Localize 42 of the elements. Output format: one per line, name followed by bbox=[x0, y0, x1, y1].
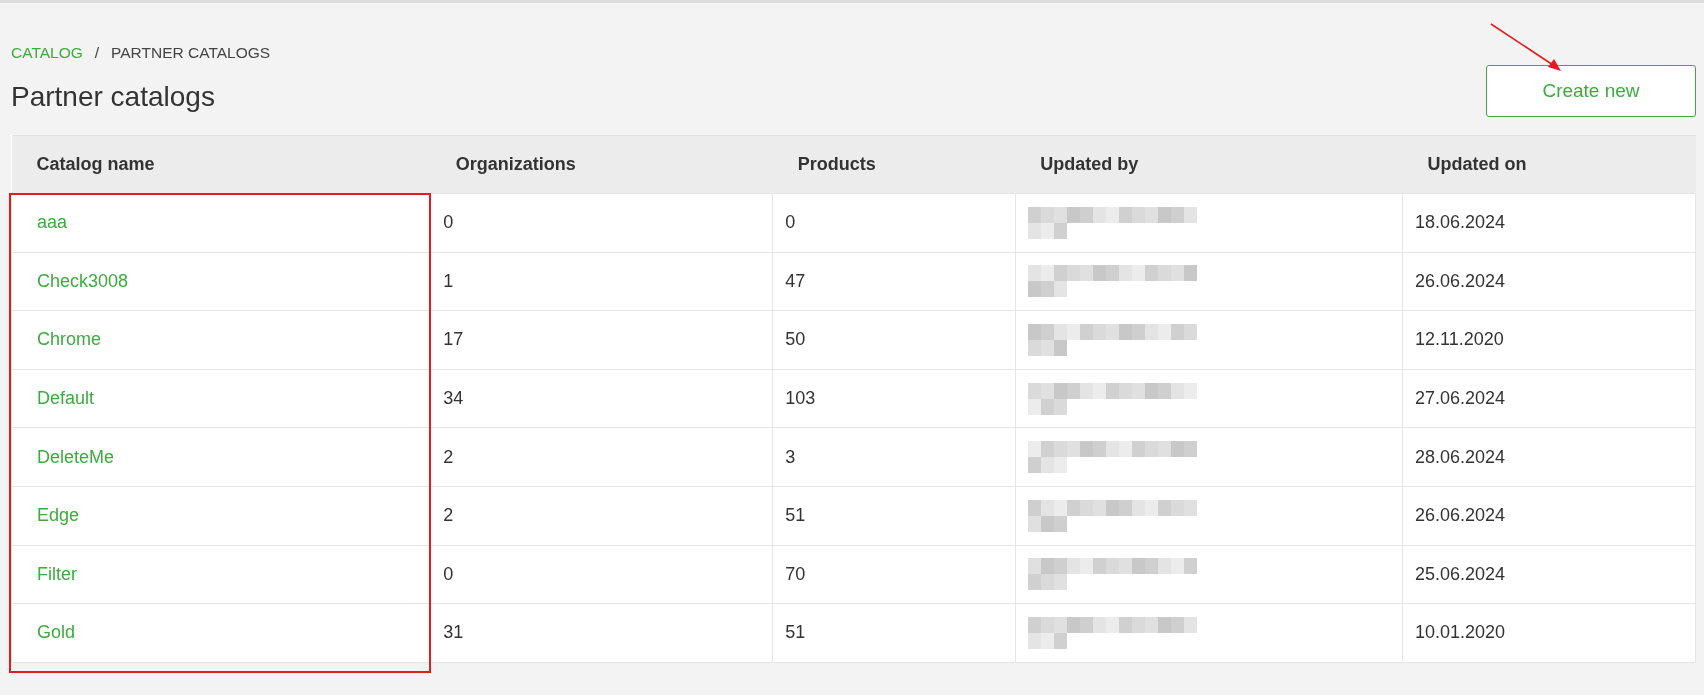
column-header: Updated by bbox=[1015, 135, 1403, 194]
table-cell: 70 bbox=[772, 545, 1016, 604]
table-cell: 0 bbox=[430, 545, 773, 604]
table-cell: 26.06.2024 bbox=[1402, 252, 1696, 311]
table-cell: 2 bbox=[430, 486, 773, 546]
table-cell: 17 bbox=[430, 310, 773, 370]
name-link[interactable]: DeleteMe bbox=[37, 446, 115, 467]
table-cell: 47 bbox=[772, 252, 1016, 311]
table-cell: 28.06.2024 bbox=[1402, 427, 1696, 487]
create-new-button[interactable]: Create new bbox=[1486, 65, 1696, 117]
breadcrumb-current: PARTNER CATALOGS bbox=[111, 43, 271, 63]
table-cell: 31 bbox=[430, 603, 773, 663]
table-cell: 12.11.2020 bbox=[1402, 310, 1696, 370]
name-link[interactable]: Default bbox=[37, 388, 95, 409]
table-cell: 0 bbox=[430, 193, 773, 253]
table-cell: 51 bbox=[772, 486, 1016, 546]
table-cell: 18.06.2024 bbox=[1402, 193, 1696, 253]
table-cell: 0 bbox=[772, 193, 1016, 253]
column-header: Catalog name bbox=[11, 135, 431, 194]
name-link[interactable]: Check3008 bbox=[37, 270, 129, 291]
column-header: Updated on bbox=[1402, 135, 1696, 194]
table-cell: 103 bbox=[772, 369, 1016, 428]
table-cell: 50 bbox=[772, 310, 1016, 370]
column-header: Products bbox=[772, 135, 1016, 194]
table-cell: 1 bbox=[430, 252, 773, 311]
table-cell: 51 bbox=[772, 603, 1016, 663]
name-link[interactable]: Chrome bbox=[37, 329, 102, 350]
column-header: Organizations bbox=[430, 135, 773, 194]
table-cell: 3 bbox=[772, 427, 1016, 487]
name-link[interactable]: Edge bbox=[37, 505, 80, 526]
table-cell: 34 bbox=[430, 369, 773, 428]
name-link[interactable]: aaa bbox=[37, 212, 68, 233]
breadcrumb-separator: / bbox=[94, 43, 100, 63]
page-title: Partner catalogs bbox=[11, 80, 216, 114]
breadcrumb-link[interactable]: CATALOG bbox=[11, 41, 83, 65]
table-cell: 10.01.2020 bbox=[1402, 603, 1696, 663]
table-cell: 27.06.2024 bbox=[1402, 369, 1696, 428]
table-cell: 2 bbox=[430, 427, 773, 487]
name-link[interactable]: Filter bbox=[37, 563, 77, 584]
table-cell: 26.06.2024 bbox=[1402, 486, 1696, 546]
name-link[interactable]: Gold bbox=[37, 622, 76, 643]
table-cell: 25.06.2024 bbox=[1402, 545, 1696, 604]
